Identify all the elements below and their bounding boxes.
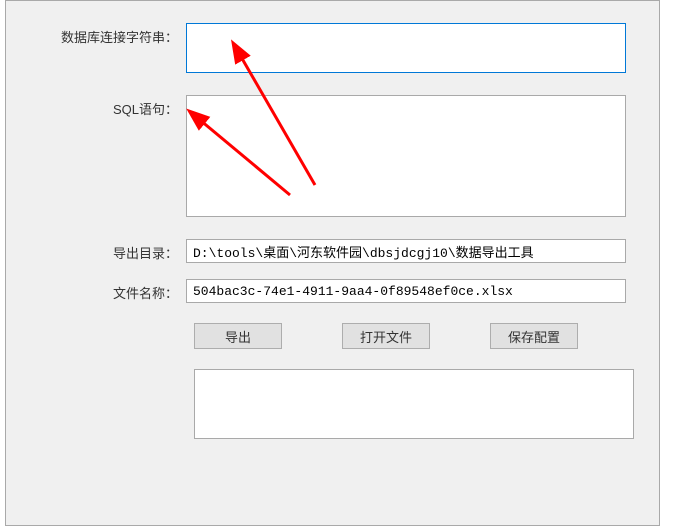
file-name-row: 文件名称： — [6, 279, 659, 303]
file-name-input[interactable] — [186, 279, 626, 303]
file-name-label: 文件名称： — [26, 279, 186, 302]
connection-string-input[interactable] — [186, 23, 626, 73]
save-config-button[interactable]: 保存配置 — [490, 323, 578, 349]
output-dir-input[interactable] — [186, 239, 626, 263]
sql-statement-row: SQL语句： — [6, 95, 659, 217]
connection-string-row: 数据库连接字符串： — [6, 23, 659, 73]
output-dir-label: 导出目录： — [26, 239, 186, 262]
output-dir-row: 导出目录： — [6, 239, 659, 263]
export-button[interactable]: 导出 — [194, 323, 282, 349]
sql-statement-label: SQL语句： — [26, 95, 186, 118]
log-output[interactable] — [194, 369, 634, 439]
open-file-button[interactable]: 打开文件 — [342, 323, 430, 349]
sql-statement-input[interactable] — [186, 95, 626, 217]
main-panel: 数据库连接字符串： SQL语句： 导出目录： 文件名称： 导出 打开文件 保存配… — [5, 0, 660, 526]
connection-string-label: 数据库连接字符串： — [26, 23, 186, 46]
button-row: 导出 打开文件 保存配置 — [6, 323, 659, 349]
